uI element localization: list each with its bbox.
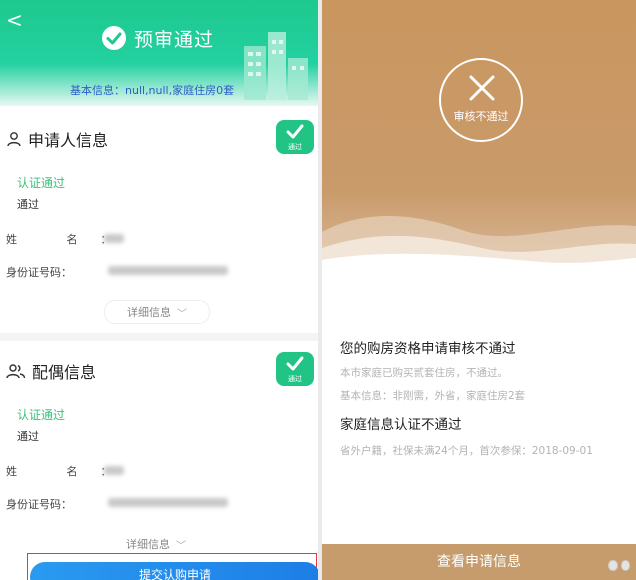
chevron-down-icon: ﹀ — [177, 308, 187, 320]
spouse-pass-badge: 通过 — [276, 352, 314, 386]
family-auth-title: 家庭信息认证不通过 — [340, 417, 462, 433]
check-icon — [286, 356, 304, 371]
check-icon — [102, 26, 126, 50]
badge-label: 通过 — [288, 143, 302, 151]
applicant-auth-result: 通过 — [17, 198, 39, 211]
applicant-detail-button[interactable]: 详细信息 ﹀ — [104, 300, 210, 324]
check-icon — [286, 124, 304, 139]
back-icon[interactable]: < — [6, 10, 23, 30]
rejected-status-circle: 审核不通过 — [439, 58, 523, 142]
people-icon — [6, 364, 26, 379]
view-application-button[interactable]: 查看申请信息 — [322, 544, 636, 580]
close-icon — [469, 75, 495, 101]
applicant-id-value — [108, 266, 228, 275]
rejected-header: 审核不通过 — [322, 0, 636, 270]
applicant-id-label: 身份证号码： — [6, 266, 72, 279]
page-title: 预审通过 — [134, 28, 215, 51]
basic-info: 基本信息：非刚需，外省，家庭住房2套 — [340, 390, 526, 402]
title-row: 预审通过 — [102, 24, 214, 52]
spouse-detail-button[interactable]: 详细信息 ﹀ — [104, 533, 208, 555]
spouse-id-label: 身份证号码： — [6, 498, 72, 511]
rejected-panel: 审核不通过 您的购房资格申请审核不通过 本市家庭已购买贰套住房，不通过。 基本信… — [322, 0, 636, 580]
buildings-icon — [244, 32, 308, 100]
applicant-pass-badge: 通过 — [276, 120, 314, 154]
spouse-id-value — [108, 498, 228, 507]
rejection-title: 您的购房资格申请审核不通过 — [340, 341, 516, 357]
detail-label: 详细信息 — [126, 538, 170, 551]
badge-label: 通过 — [288, 375, 302, 383]
family-auth-detail: 省外户籍，社保未满24个月，首次参保：2018-09-01 — [340, 445, 593, 457]
spouse-auth-result: 通过 — [17, 430, 39, 443]
spouse-title: 配偶信息 — [32, 363, 97, 382]
spouse-auth-status: 认证通过 — [17, 408, 66, 422]
submit-button[interactable]: 提交认购申请 — [30, 562, 318, 580]
spouse-name-value — [104, 466, 124, 475]
person-icon — [7, 132, 21, 147]
applicant-auth-status: 认证通过 — [17, 176, 66, 190]
spouse-section-title: 配偶信息 — [6, 359, 96, 383]
detail-label: 详细信息 — [127, 306, 171, 319]
applicant-title: 申请人信息 — [28, 131, 109, 150]
status-badge: 审核不通过 — [453, 110, 509, 123]
applicant-name-value — [104, 234, 124, 243]
approved-header: < 预审通过 基本信息：null,null,家庭住房0套 — [0, 0, 318, 106]
chevron-down-icon: ﹀ — [176, 540, 186, 552]
section-divider — [0, 333, 318, 341]
watermark-icon — [608, 560, 630, 576]
header-info: 基本信息：null,null,家庭住房0套 — [70, 84, 235, 97]
wave-decoration — [322, 216, 636, 270]
rejection-reason: 本市家庭已购买贰套住房，不通过。 — [340, 367, 508, 379]
applicant-section-title: 申请人信息 — [6, 127, 108, 151]
approved-panel: < 预审通过 基本信息：null,null,家庭住房0套 申请人信息 通过 认证… — [0, 0, 318, 580]
